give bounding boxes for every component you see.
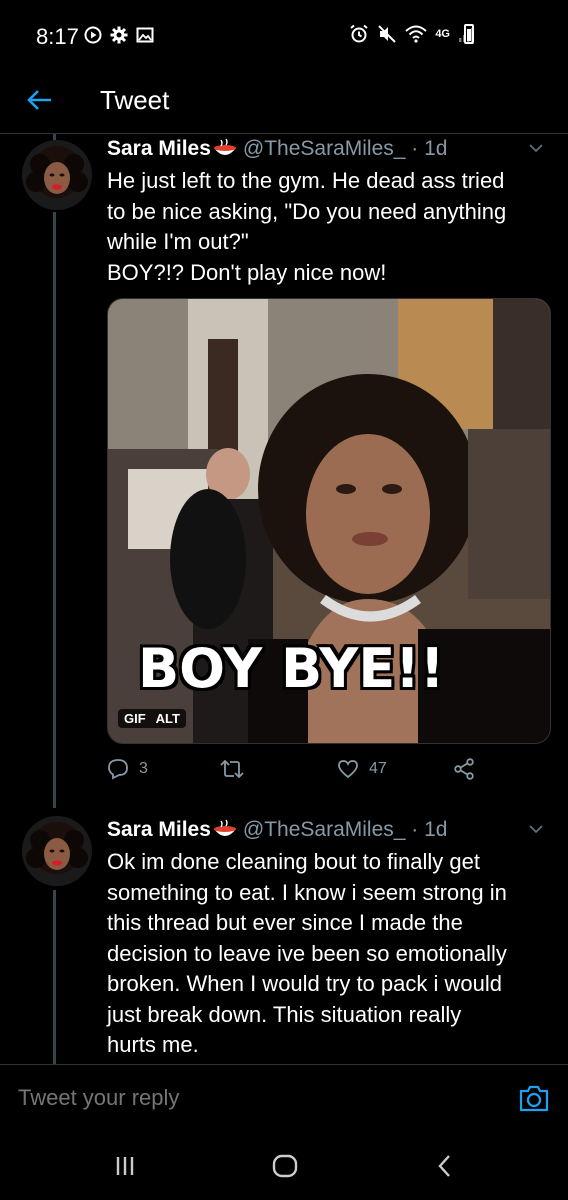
media-badges: GIF ALT <box>118 709 186 728</box>
chevron-down-icon[interactable] <box>528 140 544 156</box>
reply-action[interactable]: 3 <box>107 758 148 780</box>
tweet-text-line: while I'm out?" <box>107 229 249 254</box>
author-handle[interactable]: @TheSaraMiles_ <box>243 818 406 842</box>
status-left-icons <box>84 26 154 44</box>
tweet-header: Sara Miles @TheSaraMiles_ · 1d <box>107 137 447 161</box>
media-playing-icon <box>84 26 102 44</box>
wifi-icon <box>405 25 427 43</box>
like-icon <box>338 760 358 779</box>
settings-gear-icon <box>110 26 128 44</box>
avatar[interactable] <box>22 140 92 210</box>
tweet-actions: 3 47 <box>107 758 547 786</box>
like-action[interactable]: 47 <box>337 758 387 780</box>
back-arrow-icon <box>27 90 51 110</box>
page-title: Tweet <box>100 85 170 115</box>
share-action[interactable] <box>453 758 475 780</box>
back-nav-icon <box>438 1155 450 1177</box>
tweet-text-line: to be nice asking, "Do you need anything <box>107 198 507 224</box>
recent-apps-button[interactable] <box>110 1152 140 1180</box>
home-icon <box>272 1154 298 1178</box>
tweet-text-line: decision to leave ive been so emotionall… <box>107 940 507 966</box>
tweet-header: Sara Miles @TheSaraMiles_ · 1d <box>107 818 447 842</box>
mute-icon <box>378 25 397 43</box>
gif-caption: BOY BYE!! <box>138 637 445 700</box>
separator-dot: · <box>405 818 425 841</box>
recent-apps-icon <box>116 1157 134 1175</box>
separator-dot: · <box>405 137 425 160</box>
thread-connector-line <box>53 890 56 1064</box>
tweet-age: 1d <box>424 137 448 160</box>
camera-icon[interactable] <box>518 1083 550 1113</box>
gallery-image-icon <box>136 27 154 43</box>
status-right-icons: 4G <box>349 24 476 44</box>
author-handle[interactable]: @TheSaraMiles_ <box>243 137 406 161</box>
tweet-media-gif[interactable]: BOY BYE!! GIF ALT <box>107 298 551 744</box>
like-count: 47 <box>369 760 387 777</box>
retweet-icon <box>220 759 244 779</box>
back-button[interactable] <box>22 82 58 118</box>
tweet-text-line: Ok im done cleaning bout to finally get <box>107 849 481 874</box>
tweet-text-line: this thread but ever since I made the <box>107 910 463 935</box>
status-time: 8:17 <box>36 24 79 49</box>
tweet-text: He just left to the gym. He dead ass tri… <box>107 166 547 288</box>
battery-icon <box>464 24 474 44</box>
reply-input[interactable] <box>18 1085 488 1111</box>
reply-count: 3 <box>139 760 148 777</box>
app-header: Tweet <box>0 72 568 134</box>
steaming-bowl-emoji-icon <box>213 819 236 836</box>
reply-bar <box>0 1064 568 1128</box>
tweet-text-line: hurts me. <box>107 1032 199 1057</box>
system-nav-bar <box>0 1128 568 1200</box>
status-bar: 8:17 4G <box>0 0 568 72</box>
gif-badge: GIF <box>124 711 146 726</box>
thread-connector-line <box>53 212 56 808</box>
alarm-icon <box>350 24 368 43</box>
tweet-text-line: BOY?!? Don't play nice now! <box>107 259 387 285</box>
alt-badge[interactable]: ALT <box>156 711 180 726</box>
network-type: 4G <box>435 28 450 40</box>
home-button[interactable] <box>270 1152 300 1180</box>
tweet-text-line: something to eat. I know i seem strong i… <box>107 879 507 905</box>
tweet-age: 1d <box>424 818 448 841</box>
tweet-text: Ok im done cleaning bout to finally get … <box>107 847 547 1061</box>
tweet-text-line: just break down. This situation really <box>107 1001 462 1027</box>
retweet-action[interactable] <box>219 758 255 780</box>
steaming-bowl-emoji-icon <box>213 138 236 155</box>
share-icon <box>454 758 474 780</box>
chevron-down-icon[interactable] <box>528 821 544 837</box>
reply-icon <box>108 759 128 780</box>
avatar[interactable] <box>22 816 92 886</box>
back-nav-button[interactable] <box>430 1152 460 1180</box>
author-name[interactable]: Sara Miles <box>107 137 211 161</box>
tweet-text-line: broken. When I would try to pack i would <box>107 971 502 996</box>
author-name[interactable]: Sara Miles <box>107 818 211 842</box>
tweet-text-line: He just left to the gym. He dead ass tri… <box>107 168 505 193</box>
